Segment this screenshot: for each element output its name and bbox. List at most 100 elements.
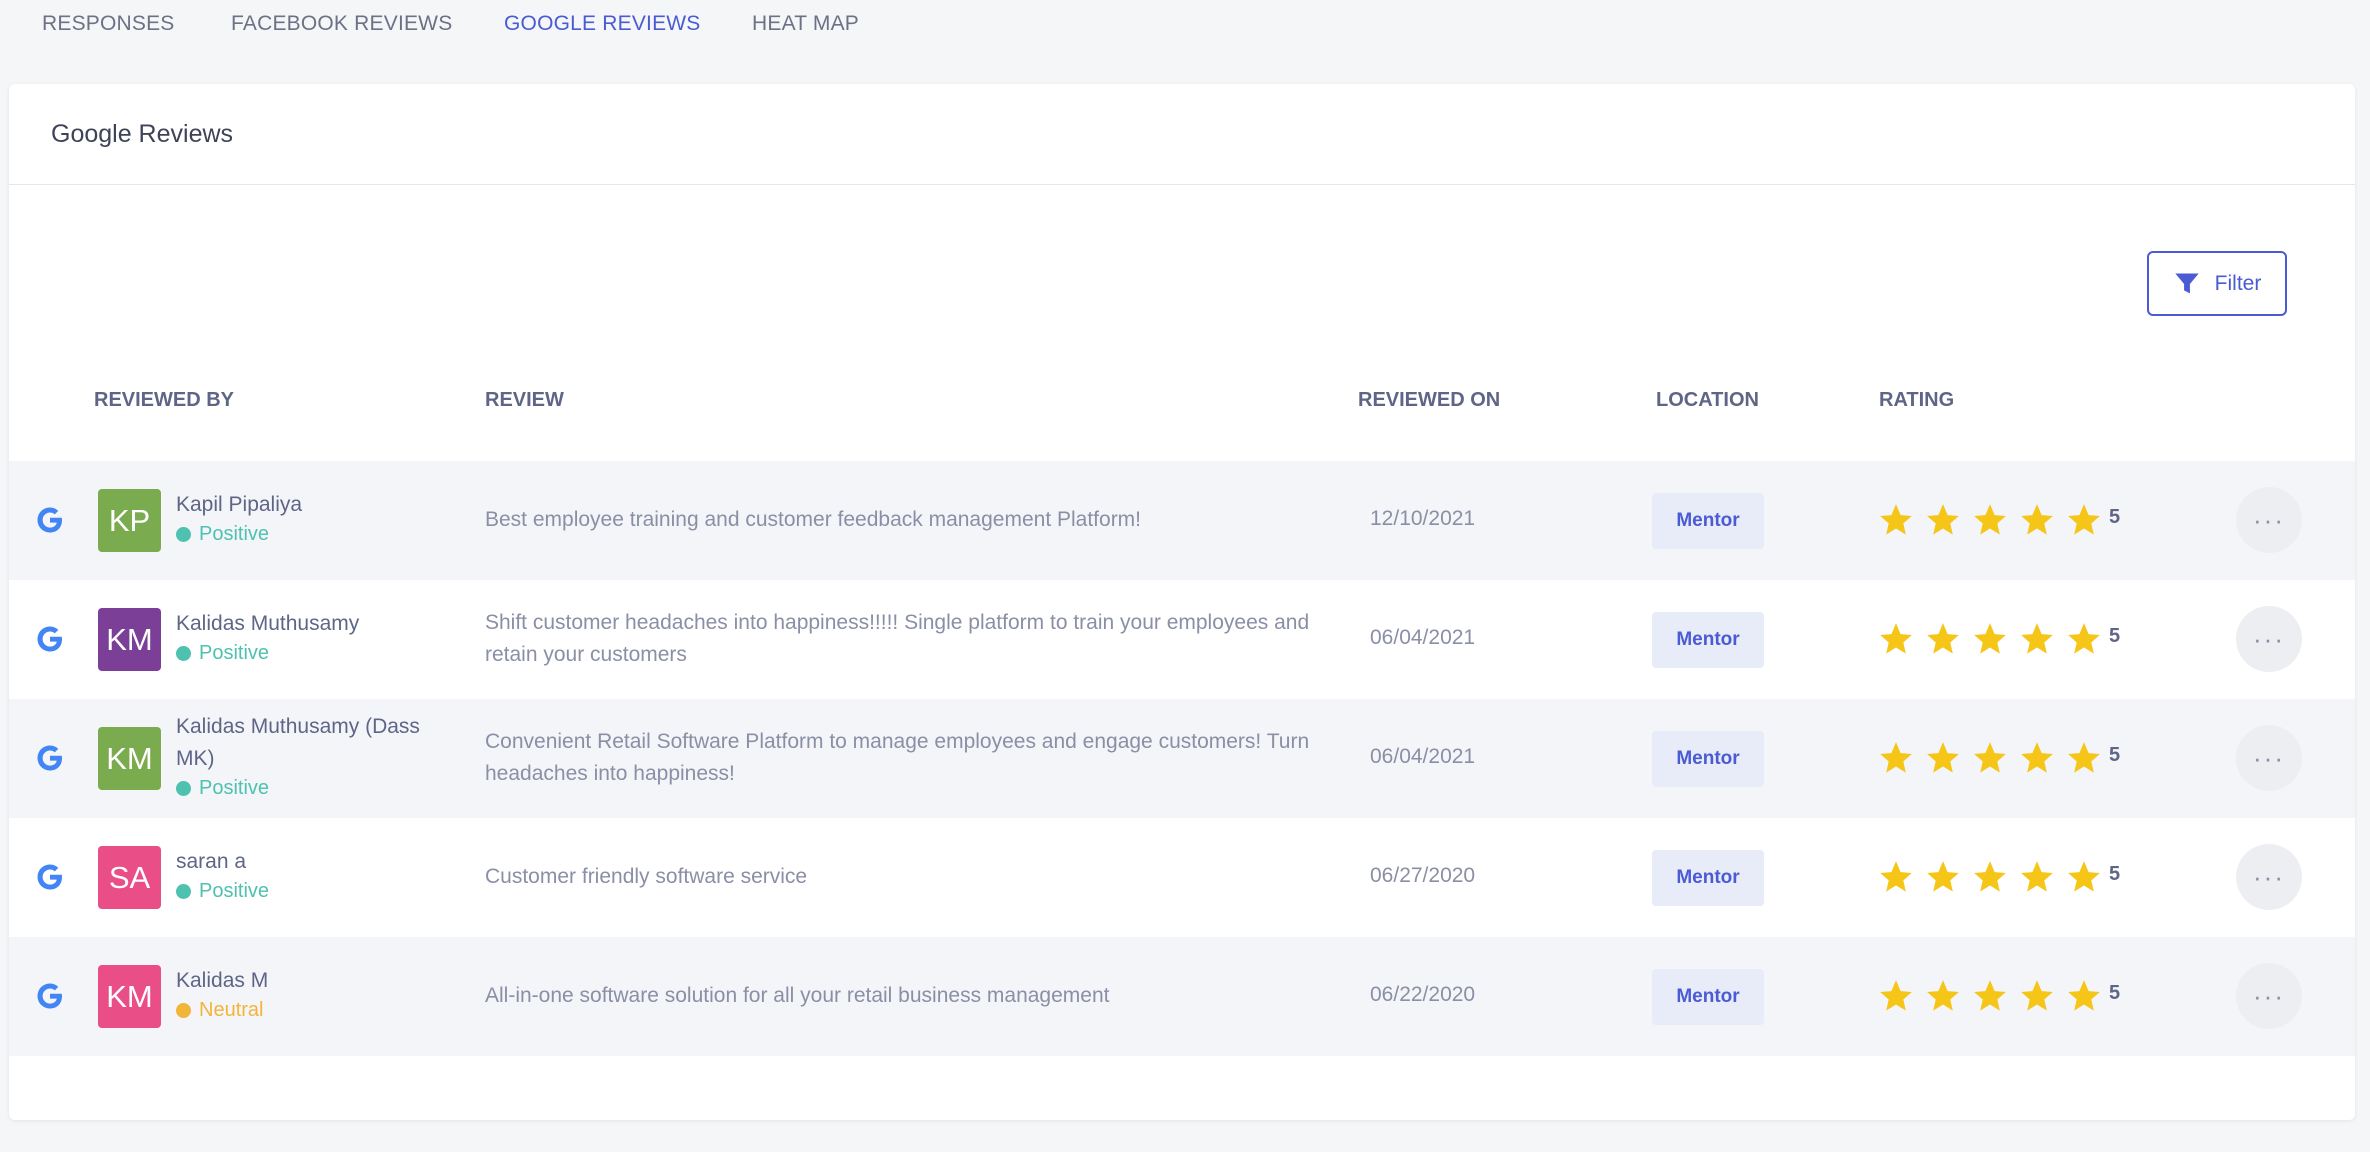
avatar: KM — [98, 965, 161, 1028]
avatar: KM — [98, 608, 161, 671]
star-icon — [1974, 861, 2006, 892]
star-rating: 5 — [1877, 858, 2120, 896]
review-text: Convenient Retail Software Platform to m… — [485, 730, 1310, 785]
tab-google-reviews[interactable]: GOOGLE REVIEWS — [504, 0, 701, 36]
star-icon — [1880, 504, 1912, 535]
tab-bar: RESPONSES FACEBOOK REVIEWS GOOGLE REVIEW… — [0, 0, 2370, 50]
google-icon — [37, 626, 62, 652]
google-icon — [37, 745, 62, 771]
sentiment-label: Positive — [199, 523, 270, 545]
column-reviewed-on[interactable]: REVIEWED ON — [1358, 389, 1500, 412]
funnel-icon — [2174, 273, 2199, 293]
table-row: KM Kalidas Muthusamy Positive Shift cust… — [9, 580, 2355, 699]
google-icon — [37, 864, 62, 890]
star-icon — [1927, 980, 1959, 1011]
reviewer-name[interactable]: Kapil Pipaliya — [176, 489, 446, 521]
reviewer-name[interactable]: Kalidas Muthusamy (Dass MK) — [176, 711, 446, 775]
table-header: REVIEWED BY REVIEW REVIEWED ON LOCATION … — [9, 389, 2355, 429]
star-icon — [2021, 980, 2053, 1011]
rating-value: 5 — [2109, 743, 2121, 766]
rating-value: 5 — [2109, 862, 2121, 885]
sentiment-label: Positive — [199, 777, 270, 799]
location-badge[interactable]: Mentor — [1652, 612, 1764, 668]
review-text: All-in-one software solution for all you… — [485, 984, 1110, 1007]
star-icon — [2021, 504, 2053, 535]
star-icon — [2068, 861, 2100, 892]
reviewer-block: Kapil Pipaliya Positive — [176, 489, 446, 546]
rating-value: 5 — [2109, 505, 2121, 528]
star-icon — [1880, 623, 1912, 654]
sentiment-dot-icon — [176, 884, 191, 899]
star-icon — [1880, 861, 1912, 892]
review-date: 06/22/2020 — [1370, 983, 1476, 1006]
star-rating: 5 — [1877, 977, 2120, 1015]
star-icon — [2021, 742, 2053, 773]
table-row: SA saran a Positive Customer friendly so… — [9, 818, 2355, 937]
star-icon — [1974, 623, 2006, 654]
review-date: 12/10/2021 — [1370, 507, 1476, 530]
star-icon — [2068, 980, 2100, 1011]
avatar: KP — [98, 489, 161, 552]
sentiment-badge: Positive — [176, 880, 446, 903]
review-text: Shift customer headaches into happiness!… — [485, 611, 1310, 666]
star-icon — [1880, 742, 1912, 773]
location-badge[interactable]: Mentor — [1652, 731, 1764, 787]
location-badge[interactable]: Mentor — [1652, 493, 1764, 549]
more-options-button[interactable]: ··· — [2236, 725, 2302, 791]
reviewer-name[interactable]: Kalidas Muthusamy — [176, 608, 446, 640]
reviewer-name[interactable]: saran a — [176, 846, 446, 878]
rating-value: 5 — [2109, 981, 2121, 1004]
more-options-button[interactable]: ··· — [2236, 606, 2302, 672]
table-row: KM Kalidas M Neutral All-in-one software… — [9, 937, 2355, 1056]
review-date: 06/04/2021 — [1370, 745, 1476, 768]
reviewer-block: Kalidas Muthusamy (Dass MK) Positive — [176, 711, 446, 800]
star-icon — [2021, 623, 2053, 654]
star-icon — [1927, 861, 1959, 892]
sentiment-label: Positive — [199, 642, 270, 664]
location-badge[interactable]: Mentor — [1652, 850, 1764, 906]
review-date: 06/04/2021 — [1370, 626, 1476, 649]
google-reviews-card: Google Reviews Filter REVIEWED BY REVIEW… — [9, 84, 2355, 1120]
column-reviewed-by[interactable]: REVIEWED BY — [94, 389, 234, 412]
star-icon — [2068, 623, 2100, 654]
more-options-button[interactable]: ··· — [2236, 963, 2302, 1029]
column-review[interactable]: REVIEW — [485, 389, 564, 412]
card-header: Google Reviews — [9, 84, 2355, 185]
ellipsis-icon: ··· — [2253, 861, 2285, 892]
card-title: Google Reviews — [51, 119, 234, 148]
ellipsis-icon: ··· — [2253, 504, 2285, 535]
tab-heat-map[interactable]: HEAT MAP — [752, 0, 859, 36]
review-table-body: KP Kapil Pipaliya Positive Best employee… — [9, 461, 2355, 1056]
column-rating[interactable]: RATING — [1879, 389, 1954, 412]
sentiment-badge: Positive — [176, 642, 446, 665]
more-options-button[interactable]: ··· — [2236, 844, 2302, 910]
reviewer-name[interactable]: Kalidas M — [176, 965, 446, 997]
star-rating: 5 — [1877, 620, 2120, 658]
table-row: KM Kalidas Muthusamy (Dass MK) Positive … — [9, 699, 2355, 818]
table-row: KP Kapil Pipaliya Positive Best employee… — [9, 461, 2355, 580]
avatar: SA — [98, 846, 161, 909]
star-rating: 5 — [1877, 739, 2120, 777]
reviewer-block: Kalidas M Neutral — [176, 965, 446, 1022]
star-icon — [2068, 742, 2100, 773]
location-badge[interactable]: Mentor — [1652, 969, 1764, 1025]
star-icon — [1927, 742, 1959, 773]
filter-button[interactable]: Filter — [2147, 251, 2287, 316]
tab-responses[interactable]: RESPONSES — [42, 0, 175, 36]
sentiment-dot-icon — [176, 527, 191, 542]
star-icon — [1974, 980, 2006, 1011]
sentiment-dot-icon — [176, 781, 191, 796]
ellipsis-icon: ··· — [2253, 623, 2285, 654]
filter-label: Filter — [2214, 271, 2262, 295]
sentiment-badge: Positive — [176, 777, 446, 800]
sentiment-badge: Positive — [176, 523, 446, 546]
column-location[interactable]: LOCATION — [1656, 389, 1759, 412]
tab-facebook-reviews[interactable]: FACEBOOK REVIEWS — [231, 0, 452, 36]
sentiment-label: Positive — [199, 880, 270, 902]
star-icon — [1974, 742, 2006, 773]
more-options-button[interactable]: ··· — [2236, 487, 2302, 553]
sentiment-badge: Neutral — [176, 999, 446, 1022]
review-text: Best employee training and customer feed… — [485, 508, 1142, 531]
sentiment-label: Neutral — [199, 999, 264, 1021]
star-icon — [1927, 504, 1959, 535]
